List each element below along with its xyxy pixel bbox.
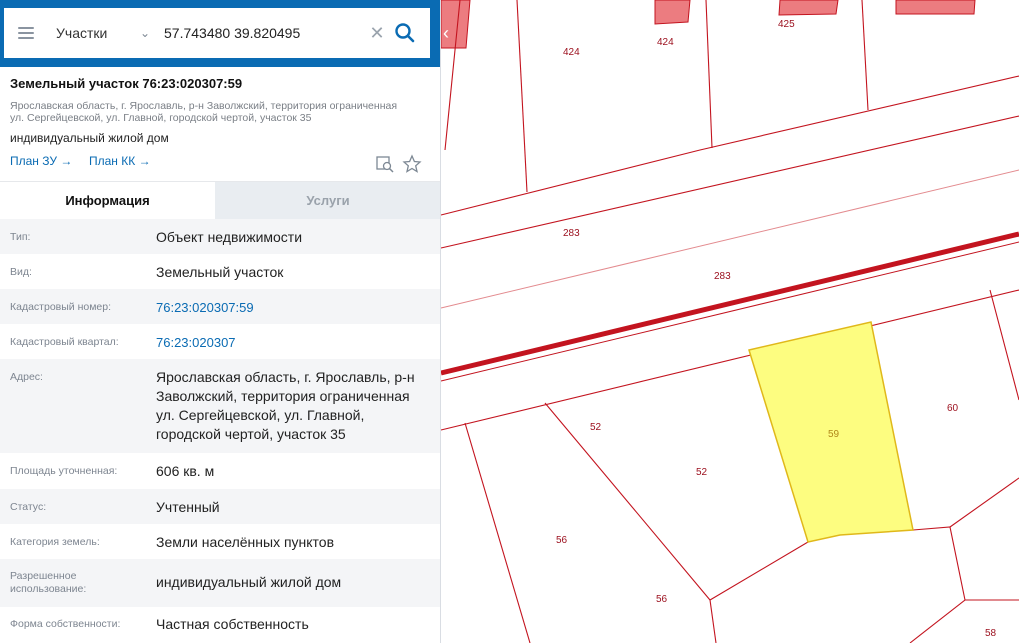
row-value-line: Заволжский, территория ограниченная xyxy=(156,388,410,404)
tab-info[interactable]: Информация xyxy=(0,182,215,220)
search-box: Участки ⌄ 57.743480 39.820495 ✕ xyxy=(4,8,430,58)
object-title: Земельный участок 76:23:020307:59 xyxy=(10,76,243,91)
plan-kk-link[interactable]: План КК → xyxy=(89,154,151,168)
parcel-label: 283 xyxy=(563,228,580,239)
info-row-status: Статус: Учтенный xyxy=(0,489,440,524)
info-table: Тип: Объект недвижимости Вид: Земельный … xyxy=(0,219,440,642)
parcel-label: 283 xyxy=(714,271,731,282)
row-value: Частная собственность xyxy=(156,616,309,632)
layer-select[interactable]: Участки ⌄ xyxy=(56,25,150,41)
building-outline xyxy=(778,0,839,16)
row-label: Категория земель: xyxy=(10,536,100,548)
row-label: Статус: xyxy=(10,501,47,513)
parcel-label: 52 xyxy=(590,422,602,433)
object-address: Ярославская область, г. Ярославль, р-н З… xyxy=(10,100,430,124)
row-value: Объект недвижимости xyxy=(156,229,303,245)
parcel-label: 60 xyxy=(947,403,959,414)
row-value: индивидуальный жилой дом xyxy=(156,574,342,590)
row-value-line: ул. Сергейцевской, ул. Главной, xyxy=(156,407,365,423)
row-label: Адрес: xyxy=(10,371,43,383)
row-label: Кадастровый квартал: xyxy=(10,336,119,348)
parcel-label: 56 xyxy=(656,594,668,605)
chevron-down-icon: ⌄ xyxy=(139,26,150,40)
row-value: Земли населённых пунктов xyxy=(156,534,335,550)
row-label: Тип: xyxy=(10,231,31,243)
info-row-address: Адрес: Ярославская область, г. Ярославль… xyxy=(0,359,440,453)
building-outline xyxy=(895,0,976,15)
info-row-ownership: Форма собственности: Частная собственнос… xyxy=(0,607,440,642)
map-search-icon[interactable] xyxy=(375,154,395,174)
object-address-line: ул. Сергейцевской, ул. Главной, городско… xyxy=(10,112,312,124)
parcel-label-selected: 59 xyxy=(828,429,840,440)
plan-zu-link[interactable]: План ЗУ → xyxy=(10,154,72,168)
row-label: Разрешенное использование: xyxy=(0,559,156,607)
row-value-line: городской чертой, участок 35 xyxy=(156,426,346,442)
row-value: Учтенный xyxy=(156,499,220,515)
row-value-line: Ярославская область, г. Ярославль, р-н xyxy=(156,369,415,385)
row-label: Форма собственности: xyxy=(10,618,121,630)
cadastral-quarter-link[interactable]: 76:23:020307 xyxy=(156,324,440,359)
info-row-cadastral-quarter: Кадастровый квартал: 76:23:020307 xyxy=(0,324,440,359)
star-icon[interactable] xyxy=(402,154,422,174)
parcel-label: 56 xyxy=(556,535,568,546)
row-label-line: использование: xyxy=(10,583,87,595)
info-row-permitted-use: Разрешенное использование: индивидуальны… xyxy=(0,559,440,607)
info-row-area: Площадь уточненная: 606 кв. м xyxy=(0,453,440,489)
row-label: Кадастровый номер: xyxy=(10,301,112,313)
tab-services[interactable]: Услуги xyxy=(215,182,440,220)
cadastral-number-link[interactable]: 76:23:020307:59 xyxy=(156,289,440,324)
parcel-label: 52 xyxy=(696,467,708,478)
parcel-label: 58 xyxy=(985,628,997,639)
object-address-line: Ярославская область, г. Ярославль, р-н З… xyxy=(10,100,398,112)
object-use: индивидуальный жилой дом xyxy=(10,131,169,145)
row-value: Ярославская область, г. Ярославль, р-н З… xyxy=(156,359,440,453)
tab-bar: Информация Услуги xyxy=(0,181,440,220)
search-icon[interactable] xyxy=(392,20,418,46)
row-label: Вид: xyxy=(10,266,32,278)
row-label: Площадь уточненная: xyxy=(10,465,118,477)
parcel-label: 424 xyxy=(657,37,674,48)
row-label-line: Разрешенное xyxy=(10,570,77,582)
info-row-kind: Вид: Земельный участок xyxy=(0,254,440,289)
row-value: 606 кв. м xyxy=(156,463,215,479)
layer-select-value: Участки xyxy=(56,25,108,41)
info-row-land-category: Категория земель: Земли населённых пункт… xyxy=(0,524,440,559)
parcel-label: 424 xyxy=(563,47,580,58)
row-value: Земельный участок xyxy=(156,264,284,280)
info-row-cadastral-number: Кадастровый номер: 76:23:020307:59 xyxy=(0,289,440,324)
collapse-panel-icon[interactable]: ‹ xyxy=(436,22,456,46)
search-bar: Участки ⌄ 57.743480 39.820495 ✕ xyxy=(0,0,440,67)
info-row-type: Тип: Объект недвижимости xyxy=(0,219,440,254)
parcel-label: 425 xyxy=(778,19,795,30)
search-input[interactable]: 57.743480 39.820495 xyxy=(164,25,366,41)
building-outline xyxy=(654,0,691,25)
object-info-panel: Участки ⌄ 57.743480 39.820495 ✕ Земельны… xyxy=(0,0,441,643)
menu-icon[interactable] xyxy=(18,27,34,39)
clear-icon[interactable]: ✕ xyxy=(366,23,388,44)
